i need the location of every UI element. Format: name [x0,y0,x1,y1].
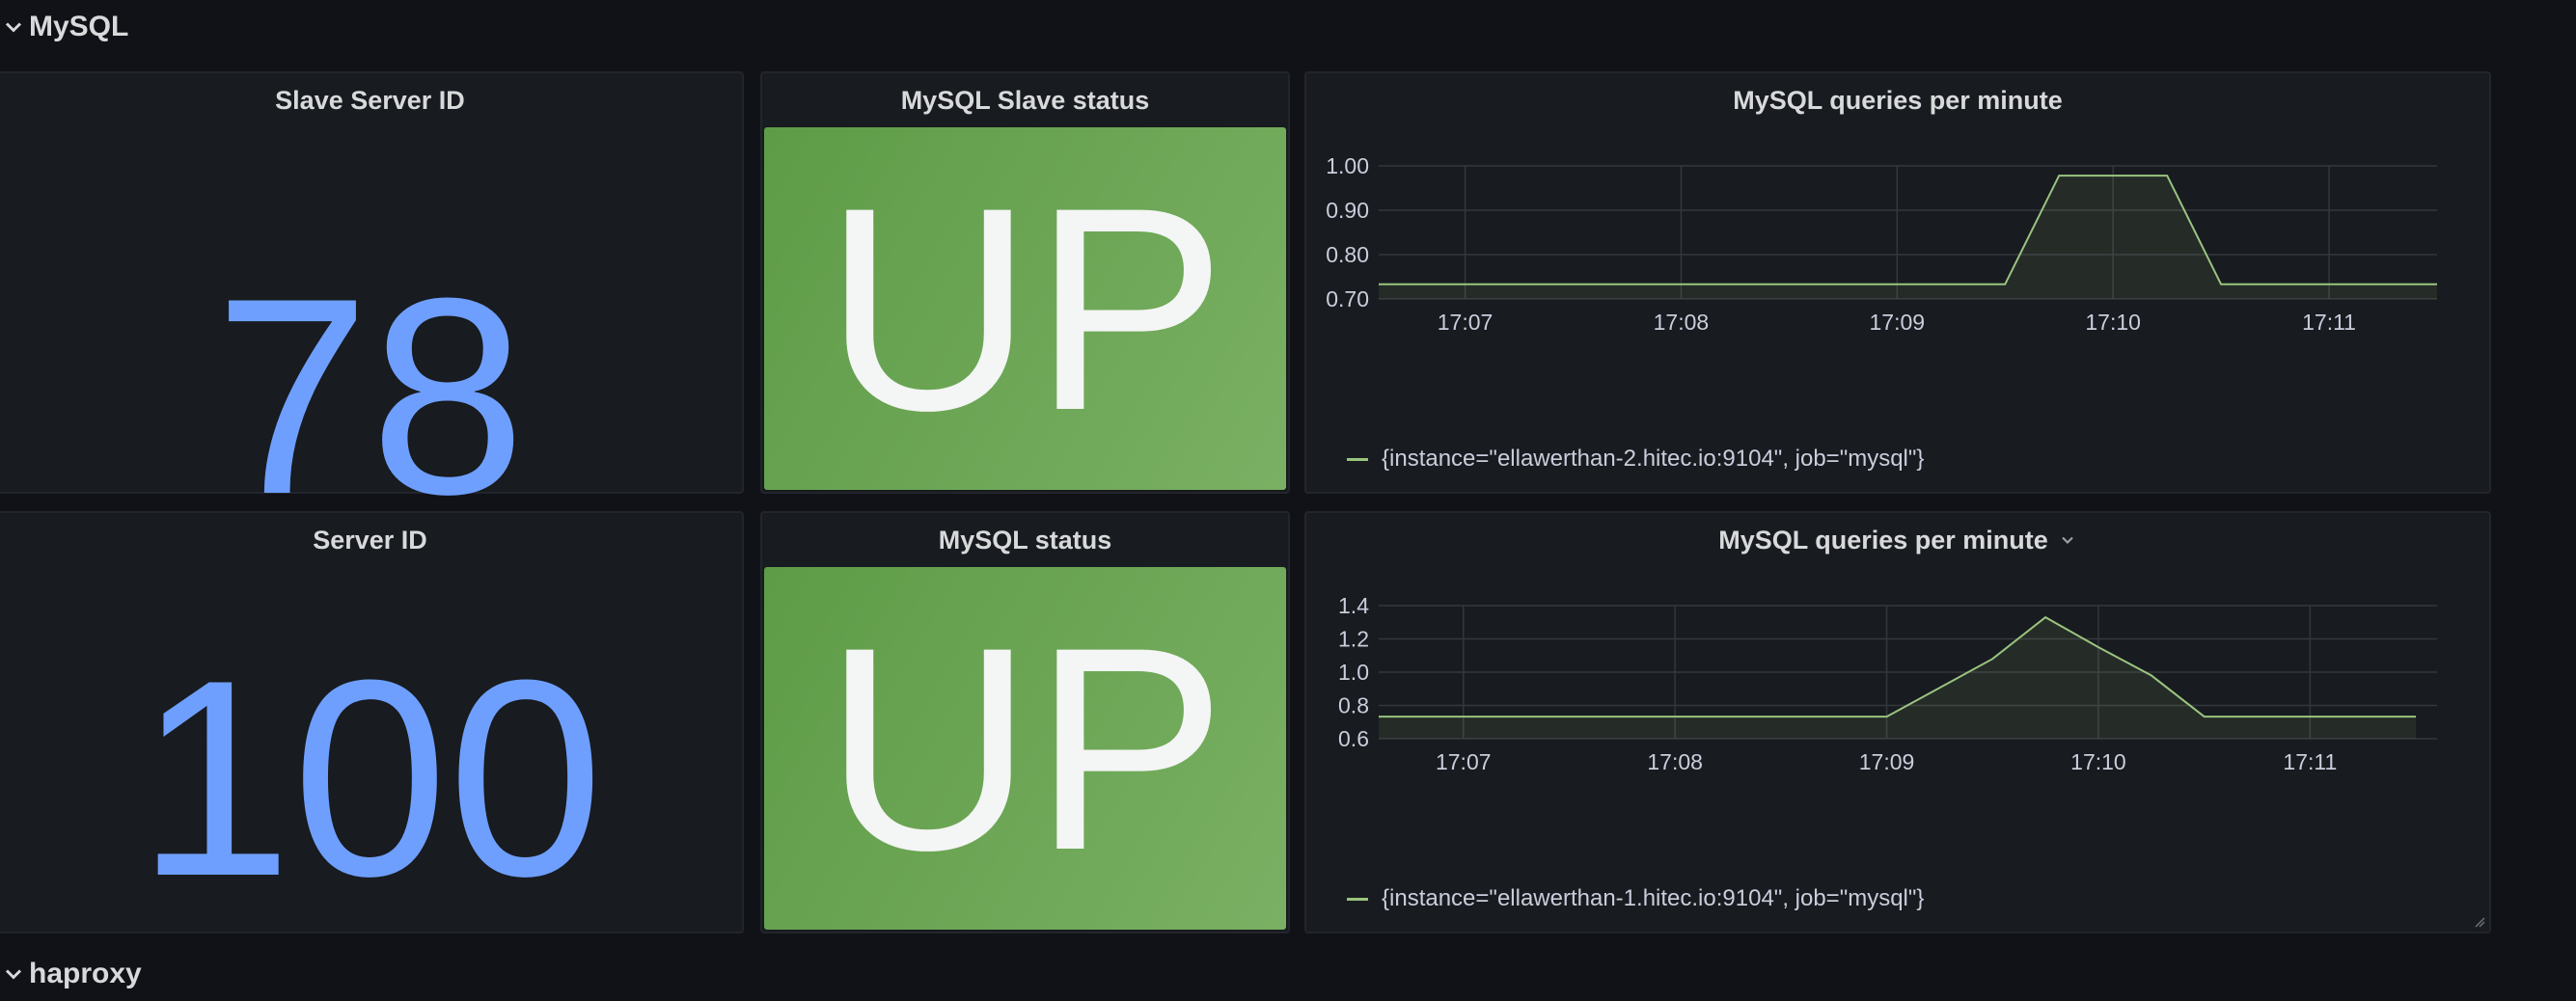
y-tick-label: 0.8 [1338,693,1369,718]
stat-value: 100 [136,622,604,934]
panel-queries-per-minute-slave[interactable]: MySQL queries per minute 0.70 0.80 0.90 1.0… [1304,71,2491,494]
x-tick-label: 17:10 [2070,749,2126,774]
y-tick-label: 0.80 [1326,242,1369,267]
panel-queries-per-minute-master[interactable]: MySQL queries per minute 0.6 0.8 1.0 1.2 1.4… [1304,511,2491,933]
panel-title-text: MySQL queries per minute [1718,525,2048,555]
x-tick-label: 17:08 [1654,310,1710,335]
row-header-haproxy[interactable]: haproxy [0,947,142,1001]
panel-mysql-slave-status[interactable]: MySQL Slave status UP [760,71,1290,494]
y-tick-label: 0.6 [1338,726,1369,751]
row-title: MySQL [29,11,129,42]
x-tick-label: 17:07 [1436,749,1492,774]
y-tick-label: 0.70 [1326,286,1369,311]
status-box: UP [764,567,1286,930]
series-line [1379,615,2417,718]
series-area [1379,617,2417,739]
y-tick-label: 0.90 [1326,198,1369,223]
x-tick-label: 17:08 [1647,749,1703,774]
status-value: UP [824,147,1226,471]
y-tick-label: 1.2 [1338,627,1369,652]
legend-item[interactable]: {instance="ellawerthan-2.hitec.io:9104",… [1347,445,1924,473]
queries-chart-slave: 0.70 0.80 0.90 1.00 17:07 17:08 17:09 17:10 17:1… [1326,153,2437,335]
panel-title[interactable]: MySQL queries per minute [1306,513,2489,567]
x-tick-label: 17:11 [2283,749,2337,774]
row-title: haproxy [29,958,142,989]
x-tick-label: 17:11 [2302,310,2356,335]
chevron-down-icon[interactable] [2058,530,2077,550]
x-tick-label: 17:10 [2085,310,2141,335]
queries-chart-master: 0.6 0.8 1.0 1.2 1.4 17:07 17:08 17:09 17:10 17:11 [1338,593,2437,774]
chevron-down-icon [5,22,22,33]
legend-swatch [1347,897,1368,901]
legend-label: {instance="ellawerthan-2.hitec.io:9104",… [1382,446,1925,472]
panel-title: MySQL Slave status [900,85,1150,115]
legend-item[interactable]: {instance="ellawerthan-1.hitec.io:9104",… [1347,884,1924,913]
panel-title: Server ID [313,525,427,555]
panel-title: MySQL queries per minute [1733,85,2063,115]
panel-slave-server-id[interactable]: Slave Server ID 78 [0,71,744,536]
y-tick-label: 1.0 [1338,660,1369,685]
stat-value: 78 [214,240,526,553]
resize-handle-icon[interactable] [2474,916,2485,928]
y-tick-label: 1.4 [1338,593,1369,618]
status-value: UP [824,586,1226,910]
x-tick-label: 17:07 [1438,310,1494,335]
series-line [1379,175,2437,285]
panel-server-id[interactable]: Server ID 100 [0,511,744,933]
legend-swatch [1347,457,1368,461]
series-area [1379,176,2437,299]
y-tick-label: 1.00 [1326,153,1369,178]
row-header-mysql[interactable]: MySQL [0,0,128,54]
legend-label: {instance="ellawerthan-1.hitec.io:9104",… [1382,885,1925,911]
panel-title: MySQL status [938,525,1112,555]
chevron-down-icon [5,969,22,980]
panel-title: Slave Server ID [275,85,465,115]
x-tick-label: 17:09 [1870,310,1926,335]
panel-mysql-status[interactable]: MySQL status UP [760,511,1290,933]
status-box: UP [764,127,1286,490]
x-tick-label: 17:09 [1859,749,1915,774]
